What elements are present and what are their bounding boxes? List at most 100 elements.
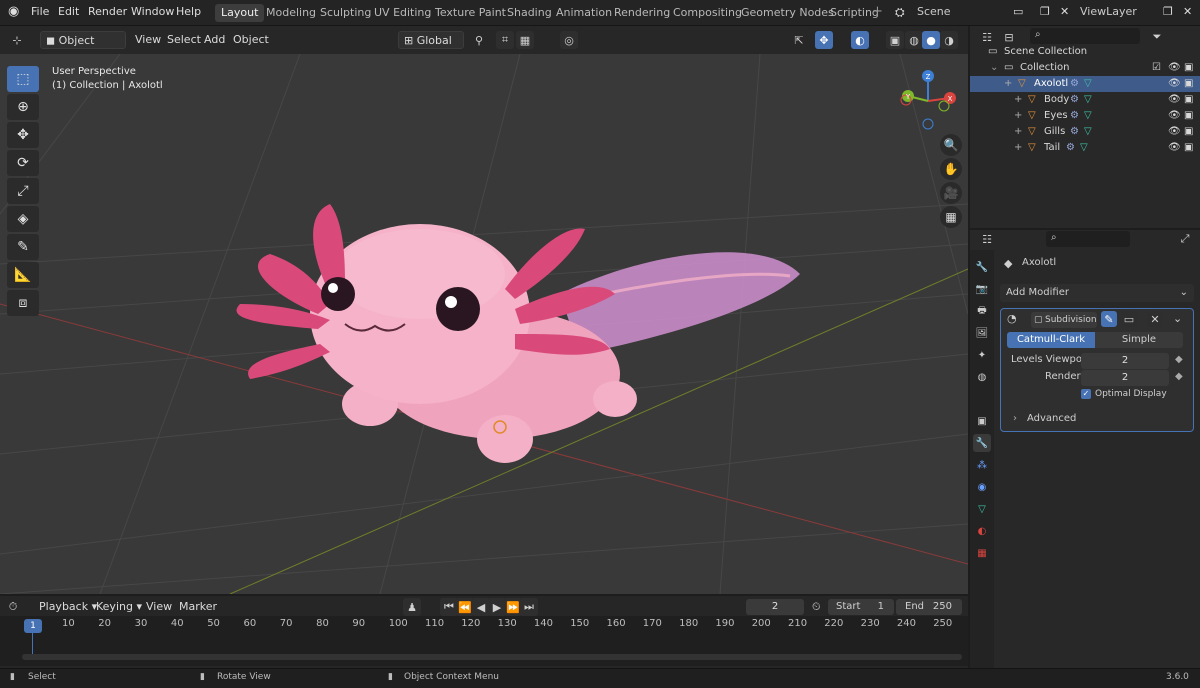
preview-range-icon[interactable]: ⏲ [812, 600, 821, 614]
show-render-icon[interactable]: ✕ [1147, 311, 1163, 327]
advanced-subpanel[interactable]: Advanced [1027, 413, 1076, 424]
annotate-tool-icon[interactable]: ✎ [7, 234, 39, 260]
auto-keying-icon[interactable]: ♟ [403, 598, 421, 616]
properties-editor-type-icon[interactable]: ☷ [978, 230, 996, 248]
view-layer-new-icon[interactable]: ❐ [1163, 5, 1173, 18]
add-modifier-dropdown[interactable]: Add Modifier ⌄ [1000, 284, 1194, 302]
render-levels-field[interactable]: 2 [1081, 370, 1169, 386]
navigation-gizmo[interactable]: Z X Y [898, 66, 958, 136]
render-camera-icon[interactable]: ▣ [1184, 140, 1193, 156]
timeline-editor-type-icon[interactable]: ⏱ [4, 598, 22, 616]
output-tab-icon[interactable]: 🖶 [973, 302, 991, 320]
measure-tool-icon[interactable]: 📐 [7, 262, 39, 288]
outliner-row-eyes[interactable]: + ▽ Eyes ⚙ ▽ 👁 ▣ [970, 108, 1200, 124]
add-cube-tool-icon[interactable]: ⧈ [7, 290, 39, 316]
snap-icon[interactable]: ⌗ [496, 31, 514, 49]
render-camera-icon[interactable]: ▣ [1184, 124, 1193, 140]
workspace-tab-texture-paint[interactable]: Texture Paint [429, 4, 512, 22]
menu-file[interactable]: File [31, 5, 49, 18]
visibility-eye-icon[interactable]: 👁 [1168, 92, 1181, 108]
proportional-editing-icon[interactable]: ◎ [560, 31, 578, 49]
scene-tab-icon[interactable]: ✦ [973, 346, 991, 364]
outliner-row-body[interactable]: + ▽ Body ⚙ ▽ 👁 ▣ [970, 92, 1200, 108]
modifier-name-field[interactable]: ▢ Subdivision [1031, 312, 1097, 328]
scene-browse-icon[interactable]: ▭ [1013, 5, 1023, 18]
render-camera-icon[interactable]: ▣ [1184, 92, 1193, 108]
texture-tab-icon[interactable]: ▦ [973, 544, 991, 562]
menu-render[interactable]: Render [88, 5, 127, 18]
viewport-menu-add[interactable]: Add [199, 31, 230, 49]
show-editmode-icon[interactable]: ✎ [1101, 311, 1117, 327]
world-tab-icon[interactable]: ◍ [973, 368, 991, 386]
timeline-scrollbar[interactable] [22, 654, 962, 660]
rotate-tool-icon[interactable]: ⟳ [7, 150, 39, 176]
zoom-view-icon[interactable]: 🔍 [940, 134, 962, 156]
start-frame-field[interactable]: Start 1 [828, 599, 894, 615]
collapse-icon[interactable]: ⌄ [990, 60, 998, 76]
playhead[interactable]: 1 [24, 619, 42, 633]
timeline-menu-keying[interactable]: Keying ▾ [91, 598, 147, 616]
expand-icon[interactable]: + [1014, 92, 1022, 108]
object-data-tab-icon[interactable]: ▽ [973, 500, 991, 518]
optimal-display-checkbox[interactable]: ✓ [1081, 389, 1091, 399]
shading-wireframe-icon[interactable]: ◍ [905, 31, 923, 49]
viewport-menu-object[interactable]: Object [228, 31, 274, 49]
simple-tab[interactable]: Simple [1095, 332, 1183, 348]
tool-tab-icon[interactable]: 🔧 [973, 258, 991, 276]
particles-tab-icon[interactable]: ⁂ [973, 456, 991, 474]
expand-icon[interactable]: + [1004, 76, 1012, 92]
view-layer-delete-icon[interactable]: ✕ [1183, 5, 1192, 18]
new-scene-icon[interactable]: ❐ [1040, 5, 1050, 18]
jump-end-icon[interactable]: ⏭ [520, 598, 538, 616]
outliner-row-collection[interactable]: ⌄ ▭ Collection ☑ 👁 ▣ [970, 60, 1200, 76]
workspace-tab-rendering[interactable]: Rendering [608, 4, 676, 22]
render-camera-icon[interactable]: ▣ [1184, 108, 1193, 124]
menu-help[interactable]: Help [176, 5, 201, 18]
object-tab-icon[interactable]: ▣ [973, 412, 991, 430]
keyframe-icon[interactable]: ◆ [1175, 371, 1183, 382]
outliner-row-scene-collection[interactable]: ▭ Scene Collection [970, 44, 1200, 60]
end-frame-field[interactable]: End 250 [896, 599, 962, 615]
visibility-eye-icon[interactable]: 👁 [1168, 108, 1181, 124]
show-viewport-icon[interactable]: ▭ [1121, 311, 1137, 327]
outliner-row-axolotl[interactable]: + ▽ Axolotl ⚙ ▽ 👁 ▣ [970, 76, 1200, 92]
show-overlays-icon[interactable]: ◐ [851, 31, 869, 49]
render-camera-icon[interactable]: ▣ [1184, 60, 1193, 76]
expand-icon[interactable]: + [1014, 108, 1022, 124]
workspace-tab-uv-editing[interactable]: UV Editing [368, 4, 437, 22]
outliner-search-input[interactable]: ⌕ [1030, 28, 1140, 44]
render-tab-icon[interactable]: 📷 [973, 280, 991, 298]
move-tool-icon[interactable]: ✥ [7, 122, 39, 148]
menu-edit[interactable]: Edit [58, 5, 79, 18]
modifier-collapse-icon[interactable]: ◔ [1007, 312, 1017, 325]
workspace-tab-modeling[interactable]: Modeling [260, 4, 322, 22]
viewport-menu-view[interactable]: View [130, 31, 166, 49]
mode-dropdown[interactable]: ◼ Object Mode ▾ [40, 31, 126, 65]
scene-icon[interactable]: ⛭ [895, 5, 905, 20]
menu-window[interactable]: Window [131, 5, 174, 18]
snap-target-icon[interactable]: ▦ [516, 31, 534, 49]
shading-solid-icon[interactable]: ● [922, 31, 940, 49]
ortho-toggle-icon[interactable]: ▦ [940, 206, 962, 228]
view-layer-tab-icon[interactable]: 🖼 [973, 324, 991, 342]
blender-logo-icon[interactable]: ◉ [8, 4, 19, 19]
outliner-row-tail[interactable]: + ▽ Tail ⚙ ▽ 👁 ▣ [970, 140, 1200, 156]
pin-icon[interactable]: ⤢ [1176, 230, 1194, 248]
timeline-menu-marker[interactable]: Marker [174, 598, 222, 616]
exclude-checkbox-icon[interactable]: ☑ [1152, 60, 1161, 76]
editor-type-icon[interactable]: ⊹ [8, 31, 26, 49]
expand-icon[interactable]: + [1014, 124, 1022, 140]
visibility-eye-icon[interactable]: 👁 [1168, 124, 1181, 140]
levels-viewport-field[interactable]: 2 [1081, 353, 1169, 369]
material-tab-icon[interactable]: ◐ [973, 522, 991, 540]
physics-tab-icon[interactable]: ◉ [973, 478, 991, 496]
workspace-tab-layout[interactable]: Layout [215, 4, 265, 22]
properties-search-input[interactable]: ⌕ [1046, 231, 1130, 247]
3d-viewport[interactable]: ⬚ ⊕ ✥ ⟳ ⤢ ◈ ✎ 📐 ⧈ User Perspective (1) C… [0, 54, 968, 594]
show-gizmo-icon[interactable]: ✥ [815, 31, 833, 49]
transform-tool-icon[interactable]: ◈ [7, 206, 39, 232]
visibility-selectability-icon[interactable]: ⇱ [790, 31, 808, 49]
pan-view-icon[interactable]: ✋ [940, 158, 962, 180]
modifier-tab-icon[interactable]: 🔧 [973, 434, 991, 452]
expand-icon[interactable]: + [1014, 140, 1022, 156]
